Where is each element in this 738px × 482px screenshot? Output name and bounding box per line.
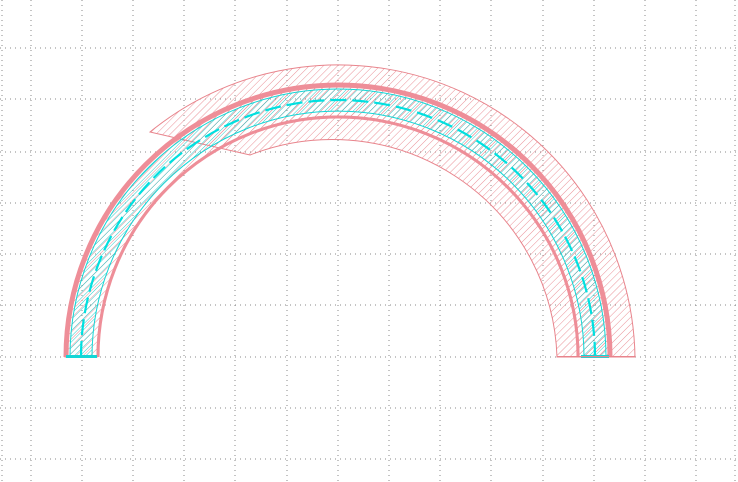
layout-canvas[interactable] <box>0 0 738 482</box>
right-outer-pink-port <box>557 356 635 358</box>
layout-svg <box>0 0 738 482</box>
left-port-bar[interactable] <box>66 355 97 358</box>
